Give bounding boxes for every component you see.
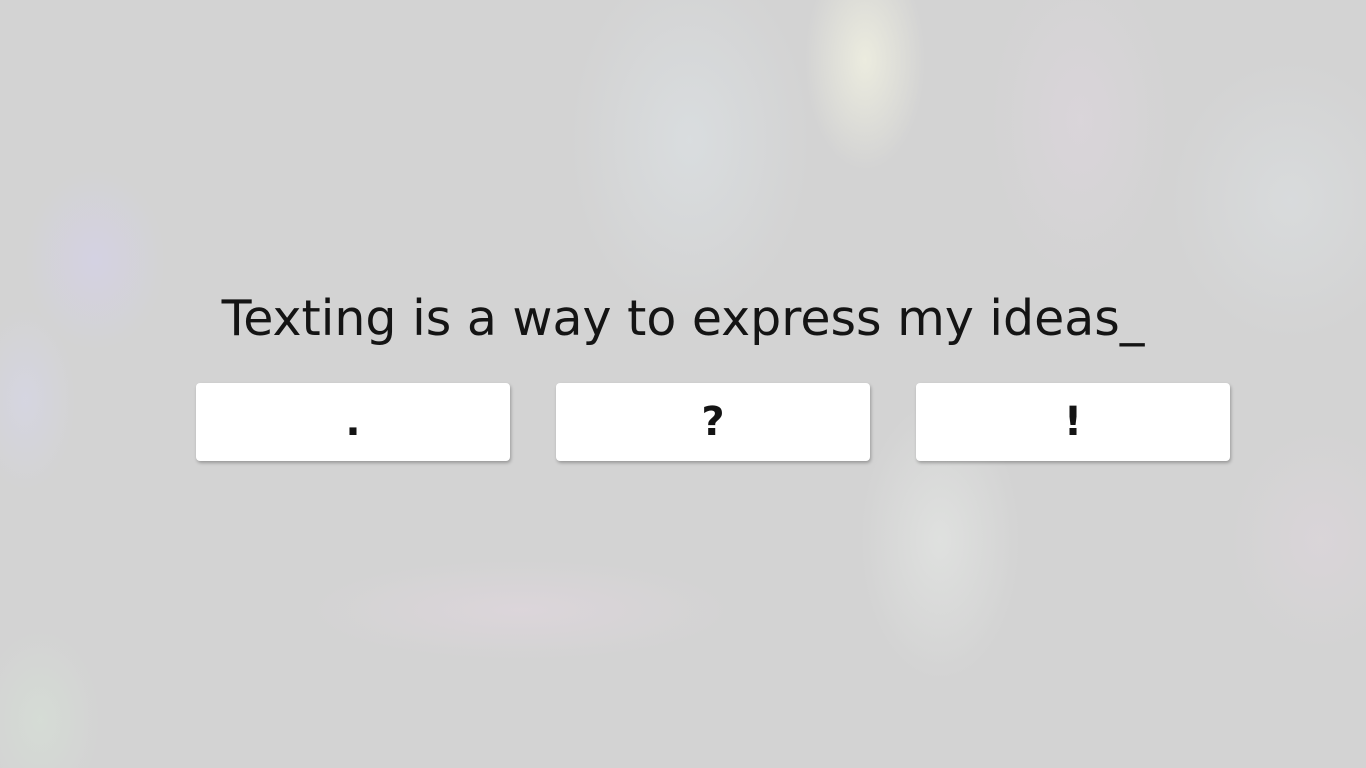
choice-question-mark-button[interactable]: ? [556,383,870,461]
question-sentence: Texting is a way to express my ideas_ [221,290,1145,347]
choice-period-button[interactable]: . [196,383,510,461]
choice-exclamation-mark-button[interactable]: ! [916,383,1230,461]
answer-choices: . ? ! [196,383,1232,461]
